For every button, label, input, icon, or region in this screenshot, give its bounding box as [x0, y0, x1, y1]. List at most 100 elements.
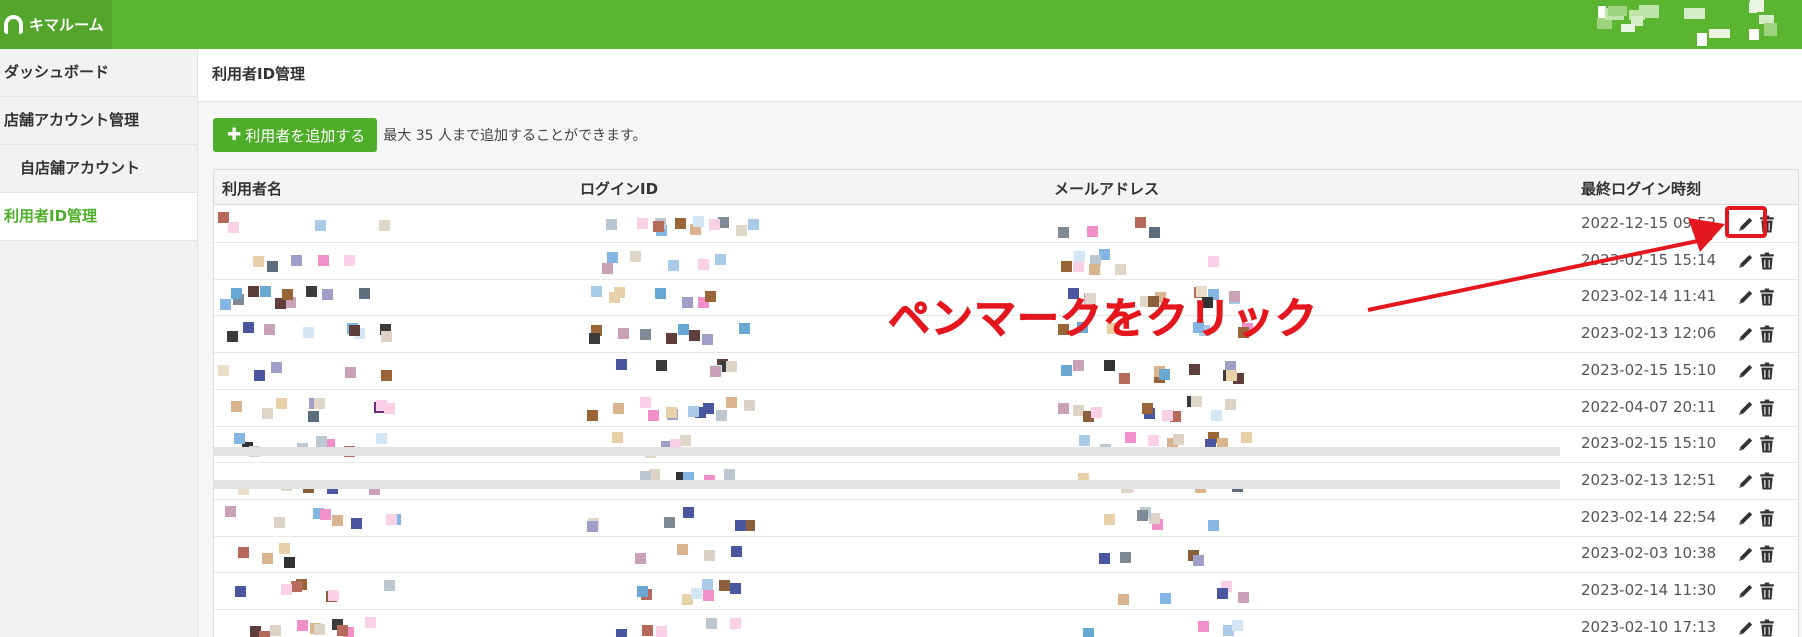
mosaic-block: [675, 218, 686, 229]
sidebar-item-user-id-management[interactable]: 利用者ID管理: [0, 193, 197, 241]
mosaic-block: [231, 400, 242, 412]
mosaic-block: [1211, 409, 1222, 421]
mosaic-block: [322, 289, 333, 301]
mosaic-block: [332, 514, 343, 526]
mosaic-block: [1104, 359, 1115, 371]
sidebar-item-store-accounts[interactable]: 店舗アカウント管理: [0, 97, 197, 145]
sidebar-item-own-store-account[interactable]: 自店舗アカウント: [0, 145, 197, 193]
trash-icon[interactable]: [1759, 472, 1775, 490]
app-logo[interactable]: キマルーム: [0, 0, 112, 49]
mosaic-block: [1073, 260, 1084, 272]
pencil-icon[interactable]: [1737, 399, 1755, 417]
table-row[interactable]: 2022-12-15 09:52: [214, 206, 1798, 243]
table-row[interactable]: 2023-02-14 22:54: [214, 500, 1798, 537]
mosaic-block: [314, 623, 325, 635]
trash-icon[interactable]: [1759, 582, 1775, 600]
mosaic-block: [1198, 620, 1209, 632]
table-row[interactable]: 2023-02-14 11:30: [214, 573, 1798, 610]
page-title: 利用者ID管理: [198, 49, 1802, 102]
pencil-icon[interactable]: [1737, 215, 1755, 233]
mosaic-block: [602, 262, 613, 274]
mosaic-block: [376, 433, 387, 445]
table-row[interactable]: 2022-04-07 20:11: [214, 390, 1798, 427]
mosaic-block: [748, 219, 759, 230]
trash-icon[interactable]: [1759, 619, 1775, 637]
pencil-icon[interactable]: [1737, 435, 1755, 453]
mosaic-block: [1099, 553, 1110, 565]
login-id-cell-redacted: [580, 500, 760, 537]
table-row[interactable]: 2023-02-15 15:10: [214, 353, 1798, 390]
mosaic-block: [1061, 260, 1072, 272]
table-row[interactable]: 2023-02-13 12:06: [214, 316, 1798, 354]
pencil-icon[interactable]: [1737, 545, 1755, 563]
mosaic-block: [1135, 217, 1146, 228]
mosaic-block: [308, 410, 319, 422]
last-login-time: 2022-04-07 20:11: [1581, 397, 1717, 416]
mosaic-block: [384, 580, 395, 591]
trash-icon[interactable]: [1759, 545, 1775, 563]
column-header-last-login[interactable]: 最終ログイン時刻: [1581, 178, 1701, 199]
trash-icon[interactable]: [1759, 509, 1775, 527]
email-cell-redacted: [1054, 426, 1254, 463]
mosaic-block: [306, 286, 317, 298]
last-login-time: 2023-02-15 15:14: [1581, 250, 1717, 269]
table-row[interactable]: 2023-02-03 10:38: [214, 536, 1798, 574]
trash-icon[interactable]: [1759, 435, 1775, 453]
mosaic-block: [1196, 286, 1207, 298]
mosaic-block: [666, 406, 677, 418]
last-login-time: 2023-02-14 22:54: [1581, 507, 1717, 526]
mosaic-block: [693, 216, 704, 227]
mosaic-block: [1058, 227, 1069, 238]
sidebar-item-dashboard[interactable]: ダッシュボード: [0, 49, 197, 97]
mosaic-block: [314, 397, 325, 409]
mosaic-block: [243, 322, 254, 334]
trash-icon[interactable]: [1759, 325, 1775, 343]
pencil-icon[interactable]: [1737, 509, 1755, 527]
column-header-login-id[interactable]: ログインID: [580, 178, 658, 199]
table-row[interactable]: 2023-02-15 15:14: [214, 243, 1798, 280]
mosaic-block: [1193, 555, 1204, 567]
login-id-cell-redacted: [580, 573, 760, 610]
trash-icon[interactable]: [1759, 215, 1775, 233]
main-content: 利用者ID管理 ✚ 利用者を追加する 最大 35 人まで追加することができます。…: [198, 49, 1802, 637]
table-row[interactable]: 2023-02-15 15:10: [214, 426, 1798, 464]
pencil-icon[interactable]: [1737, 472, 1755, 490]
mosaic-block: [1193, 322, 1204, 334]
mosaic-block: [587, 520, 598, 532]
mosaic-block: [744, 399, 755, 411]
table-row[interactable]: 2023-02-14 11:41: [214, 279, 1798, 317]
mosaic-block: [1191, 395, 1202, 407]
mosaic-block: [1118, 594, 1129, 605]
pencil-icon[interactable]: [1737, 288, 1755, 306]
logo-icon: [4, 15, 23, 34]
add-user-button[interactable]: ✚ 利用者を追加する: [213, 118, 378, 152]
last-login-time: 2023-02-14 11:41: [1581, 287, 1717, 306]
mosaic-block: [282, 289, 293, 301]
mosaic-block: [297, 619, 308, 631]
mosaic-block: [328, 590, 339, 601]
mosaic-block: [716, 409, 727, 421]
pencil-icon[interactable]: [1737, 325, 1755, 343]
pencil-icon[interactable]: [1737, 619, 1755, 637]
trash-icon[interactable]: [1759, 362, 1775, 380]
trash-icon[interactable]: [1759, 399, 1775, 417]
mosaic-block: [607, 251, 618, 263]
mosaic-block: [1241, 432, 1252, 444]
mosaic-block: [228, 222, 239, 233]
table-row[interactable]: 2023-02-10 17:13: [214, 610, 1798, 637]
column-header-username[interactable]: 利用者名: [222, 178, 282, 199]
user-limit-note: 最大 35 人まで追加することができます。: [383, 128, 647, 144]
column-header-email[interactable]: メールアドレス: [1054, 178, 1159, 199]
username-cell-redacted: [214, 206, 404, 243]
pencil-icon[interactable]: [1737, 252, 1755, 270]
trash-icon[interactable]: [1759, 288, 1775, 306]
mosaic-block: [1089, 263, 1100, 275]
pencil-icon[interactable]: [1737, 582, 1755, 600]
decoration-pixel: [1684, 8, 1705, 19]
decoration-pixel: [1608, 6, 1627, 16]
last-login-time: 2023-02-13 12:06: [1581, 324, 1717, 343]
last-login-time: 2022-12-15 09:52: [1581, 214, 1717, 232]
decoration-pixel: [1750, 0, 1764, 12]
pencil-icon[interactable]: [1737, 362, 1755, 380]
trash-icon[interactable]: [1759, 252, 1775, 270]
